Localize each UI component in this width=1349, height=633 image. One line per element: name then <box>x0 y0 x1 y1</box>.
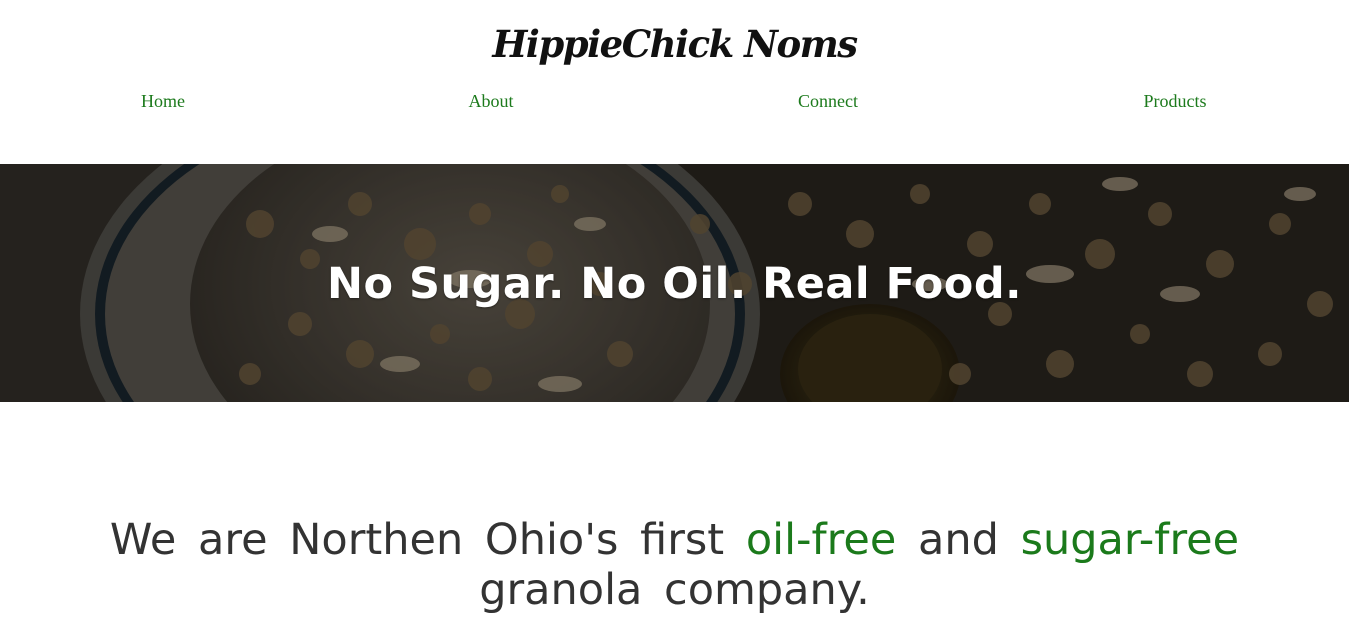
nav-connect-link[interactable]: Connect <box>798 89 858 113</box>
intro-text-part2: and <box>917 515 999 565</box>
site-logo-title[interactable]: HippieChick Noms <box>0 18 1349 70</box>
nav-home-link[interactable]: Home <box>141 89 185 113</box>
intro-highlight-sugar-free: sugar-free <box>1020 515 1240 565</box>
intro-highlight-oil-free: oil-free <box>745 515 897 565</box>
site-header: HippieChick Noms Home About Connect Prod… <box>0 0 1349 164</box>
intro-text-part1: We are Northen Ohio's first <box>109 515 725 565</box>
intro-statement: We are Northen Ohio's first oil-free and… <box>60 515 1289 615</box>
nav-about-link[interactable]: About <box>469 89 514 113</box>
hero-tagline: No Sugar. No Oil. Real Food. <box>327 259 1022 309</box>
hero-banner: No Sugar. No Oil. Real Food. <box>0 164 1349 402</box>
intro-text-part3: granola company. <box>479 565 870 615</box>
nav-products-link[interactable]: Products <box>1144 89 1207 113</box>
